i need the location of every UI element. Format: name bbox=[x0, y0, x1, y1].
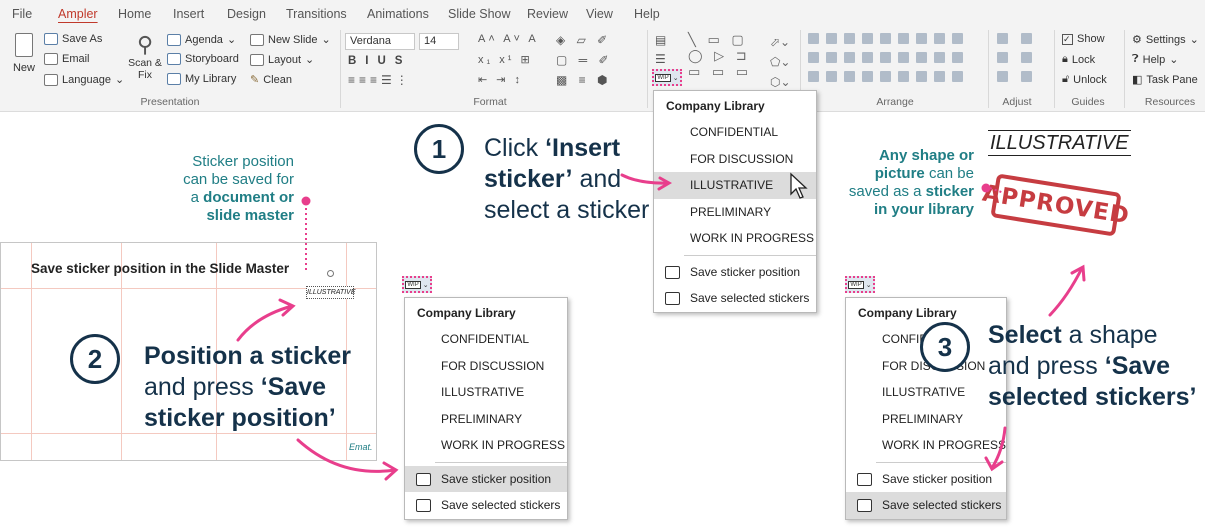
arrow-to-approved bbox=[1048, 266, 1084, 317]
arrow-to-sticker bbox=[236, 304, 294, 342]
stage: File Ampler Home Insert Design Transitio… bbox=[0, 0, 1205, 532]
annotation-arrows bbox=[236, 173, 1086, 481]
arrow-to-menu bbox=[296, 438, 397, 473]
